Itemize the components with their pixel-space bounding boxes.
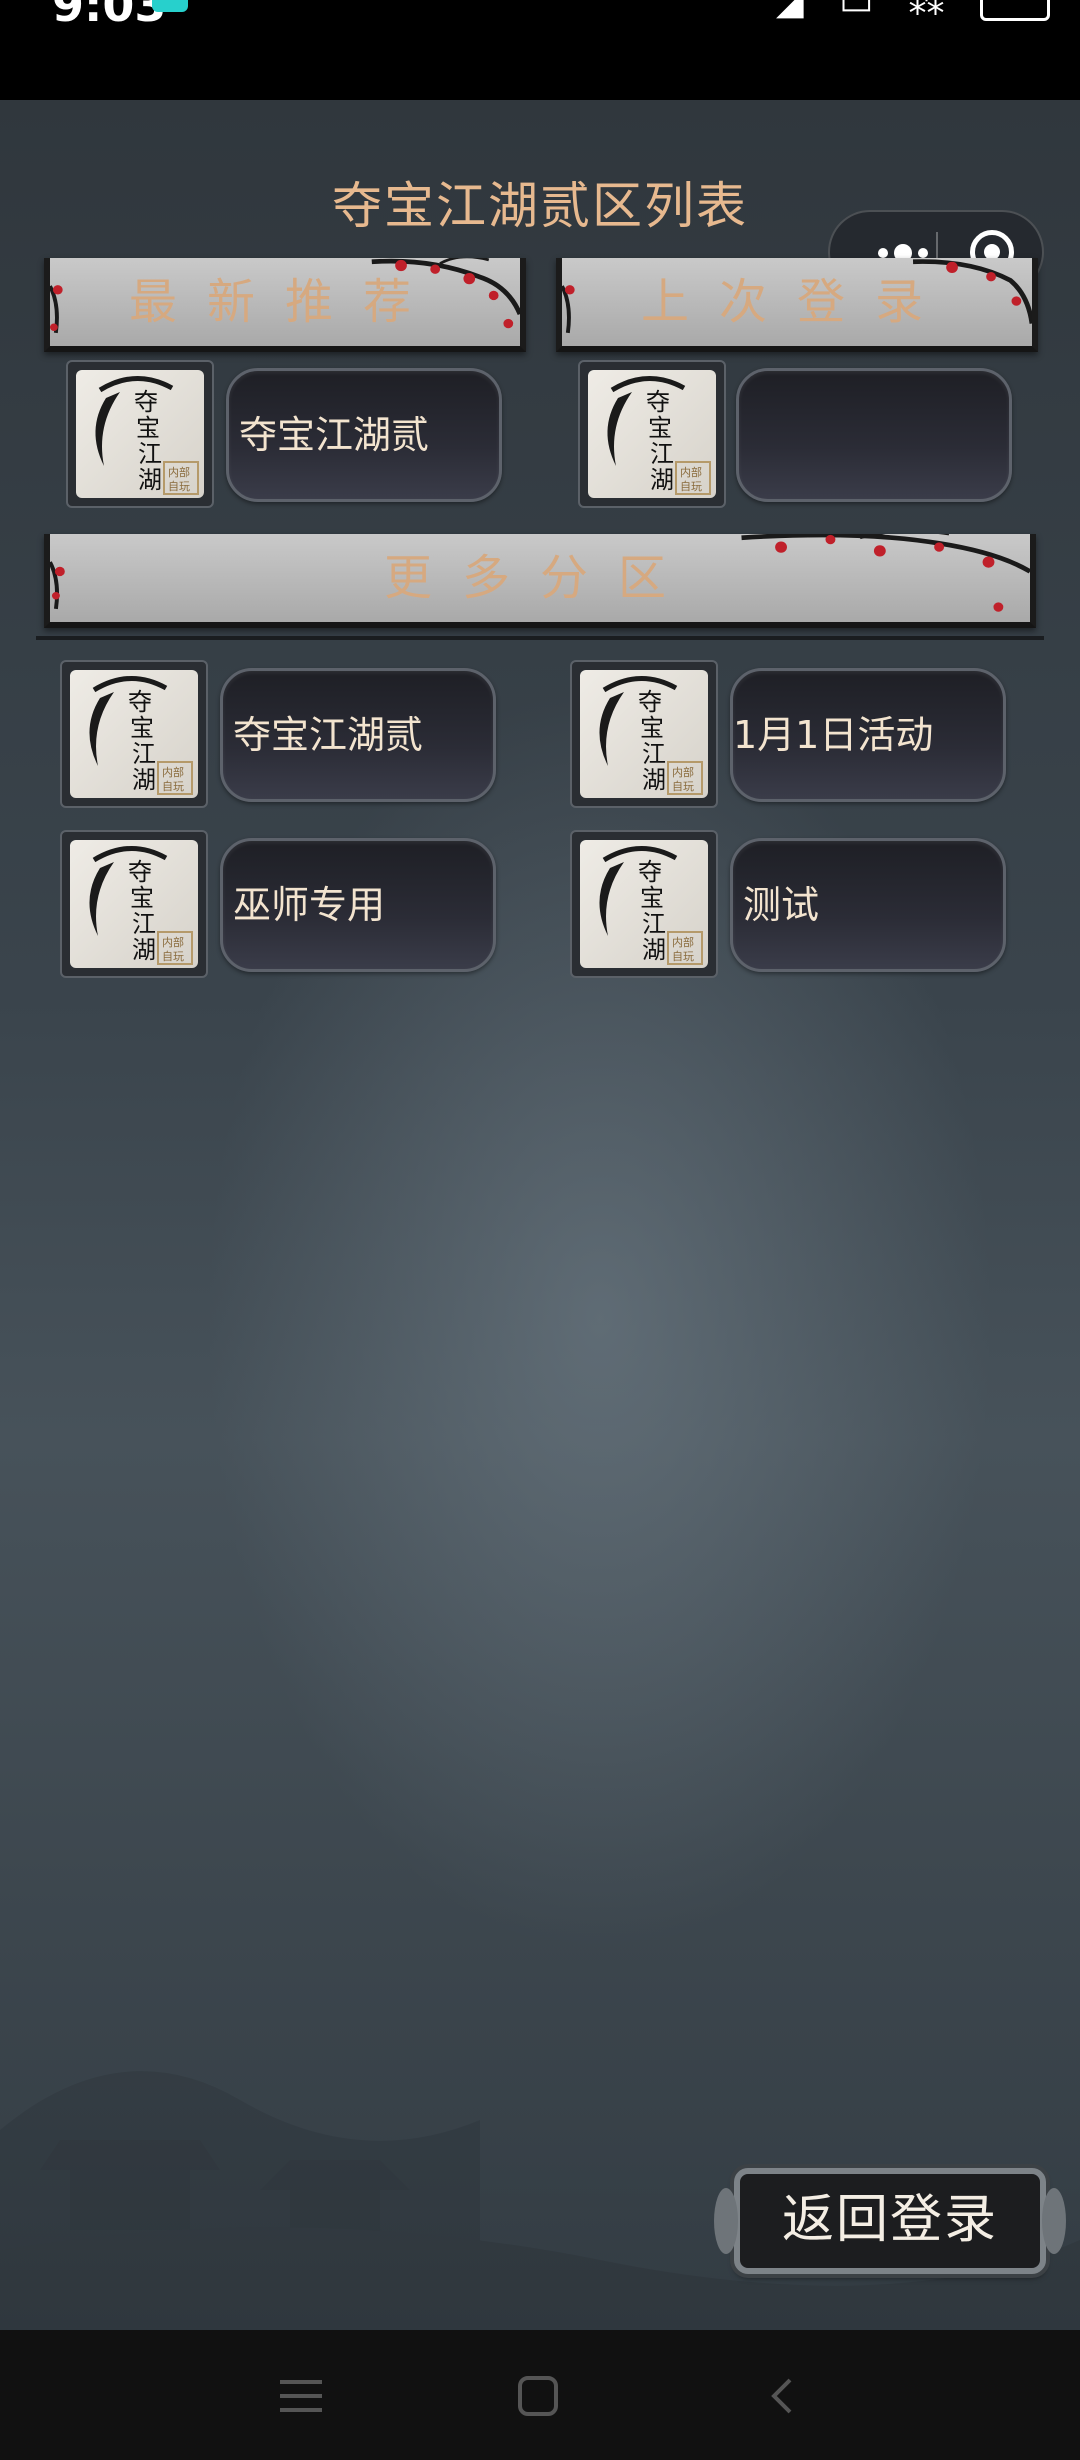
svg-text:宝: 宝 <box>130 884 154 912</box>
server-button[interactable]: 巫师专用 <box>220 838 496 972</box>
button-ornament <box>714 2188 738 2254</box>
svg-text:内部: 内部 <box>680 465 702 479</box>
server-list-page: 夺宝江湖贰区列表 最新推荐 上次登录 夺 宝 江 湖 内部 自玩 夺宝江湖贰 夺… <box>0 100 1080 2330</box>
battery-icon <box>980 0 1050 21</box>
section-divider <box>36 636 1044 640</box>
svg-text:江: 江 <box>650 440 674 468</box>
server-button-recommended[interactable]: 夺宝江湖贰 <box>226 368 502 502</box>
svg-text:宝: 宝 <box>640 884 664 912</box>
status-time: 9:03 <box>52 0 167 32</box>
game-logo-icon: 夺 宝 江 湖 内部 自玩 <box>70 670 198 798</box>
svg-text:宝: 宝 <box>648 414 672 442</box>
server-icon[interactable]: 夺 宝 江 湖 内部 自玩 <box>570 830 718 978</box>
banner-last-login: 上次登录 <box>556 258 1038 352</box>
back-to-login-button[interactable]: 返回登录 <box>714 2168 1066 2274</box>
svg-text:自玩: 自玩 <box>168 480 190 493</box>
signal-icon: ⁂ <box>908 0 957 23</box>
phone-screen: 9:03 ◢ ▭ ⁂ 夺宝江湖贰区列表 最新推荐 上次登录 夺 宝 江 湖 内部… <box>0 0 1080 2460</box>
game-logo-icon: 夺 宝 江 湖 内部 自玩 <box>76 370 204 498</box>
svg-text:湖: 湖 <box>132 936 156 964</box>
svg-text:夺: 夺 <box>638 858 662 886</box>
svg-text:夺: 夺 <box>646 388 670 416</box>
game-logo-icon: 夺 宝 江 湖 内部 自玩 <box>70 840 198 968</box>
menu-icon[interactable] <box>280 2380 322 2414</box>
banner-recommended-title: 最新推荐 <box>128 274 441 330</box>
button-ornament <box>1042 2188 1066 2254</box>
svg-text:江: 江 <box>138 440 162 468</box>
svg-text:江: 江 <box>642 910 666 938</box>
svg-text:内部: 内部 <box>162 935 184 949</box>
server-icon[interactable]: 夺 宝 江 湖 内部 自玩 <box>60 830 208 978</box>
server-button-last-login[interactable] <box>736 368 1012 502</box>
svg-text:夺: 夺 <box>128 688 152 716</box>
server-button[interactable]: 1月1日活动 <box>730 668 1006 802</box>
svg-text:内部: 内部 <box>672 765 694 779</box>
server-icon[interactable]: 夺 宝 江 湖 内部 自玩 <box>570 660 718 808</box>
svg-text:湖: 湖 <box>132 766 156 794</box>
banner-more-zones-title: 更多分区 <box>383 550 696 606</box>
svg-text:内部: 内部 <box>168 465 190 479</box>
wifi-icon: ◢ <box>775 0 816 23</box>
home-icon[interactable] <box>518 2376 558 2416</box>
svg-text:夺: 夺 <box>134 388 158 416</box>
svg-text:江: 江 <box>642 740 666 768</box>
game-logo-icon: 夺 宝 江 湖 内部 自玩 <box>580 840 708 968</box>
banner-more-zones: 更多分区 <box>44 534 1036 628</box>
status-icons: ◢ ▭ ⁂ <box>776 0 1050 23</box>
svg-text:自玩: 自玩 <box>672 950 694 963</box>
back-to-login-label: 返回登录 <box>781 2190 998 2250</box>
back-arrow-icon[interactable] <box>764 2376 804 2416</box>
banner-recommended: 最新推荐 <box>44 258 526 352</box>
svg-text:夺: 夺 <box>638 688 662 716</box>
svg-text:夺: 夺 <box>128 858 152 886</box>
status-bar: 9:03 ◢ ▭ ⁂ <box>0 0 1080 100</box>
svg-text:宝: 宝 <box>130 714 154 742</box>
svg-text:内部: 内部 <box>672 935 694 949</box>
svg-text:自玩: 自玩 <box>162 950 184 963</box>
server-icon[interactable]: 夺 宝 江 湖 内部 自玩 <box>60 660 208 808</box>
svg-text:宝: 宝 <box>640 714 664 742</box>
svg-text:宝: 宝 <box>136 414 160 442</box>
svg-text:江: 江 <box>132 740 156 768</box>
game-logo-icon: 夺 宝 江 湖 内部 自玩 <box>580 670 708 798</box>
server-icon[interactable]: 夺 宝 江 湖 内部 自玩 <box>578 360 726 508</box>
notification-icon <box>152 0 188 12</box>
banner-last-login-title: 上次登录 <box>640 274 953 330</box>
sim-icon: ▭ <box>839 0 886 23</box>
svg-text:湖: 湖 <box>138 466 162 494</box>
svg-text:自玩: 自玩 <box>162 780 184 793</box>
server-button[interactable]: 夺宝江湖贰 <box>220 668 496 802</box>
svg-text:湖: 湖 <box>642 766 666 794</box>
game-logo-icon: 夺 宝 江 湖 内部 自玩 <box>588 370 716 498</box>
svg-text:湖: 湖 <box>650 466 674 494</box>
svg-text:江: 江 <box>132 910 156 938</box>
server-icon[interactable]: 夺 宝 江 湖 内部 自玩 <box>66 360 214 508</box>
svg-text:湖: 湖 <box>642 936 666 964</box>
server-button[interactable]: 测试 <box>730 838 1006 972</box>
svg-text:内部: 内部 <box>162 765 184 779</box>
svg-text:自玩: 自玩 <box>672 780 694 793</box>
svg-text:自玩: 自玩 <box>680 480 702 493</box>
system-nav-bar <box>0 2330 1080 2460</box>
